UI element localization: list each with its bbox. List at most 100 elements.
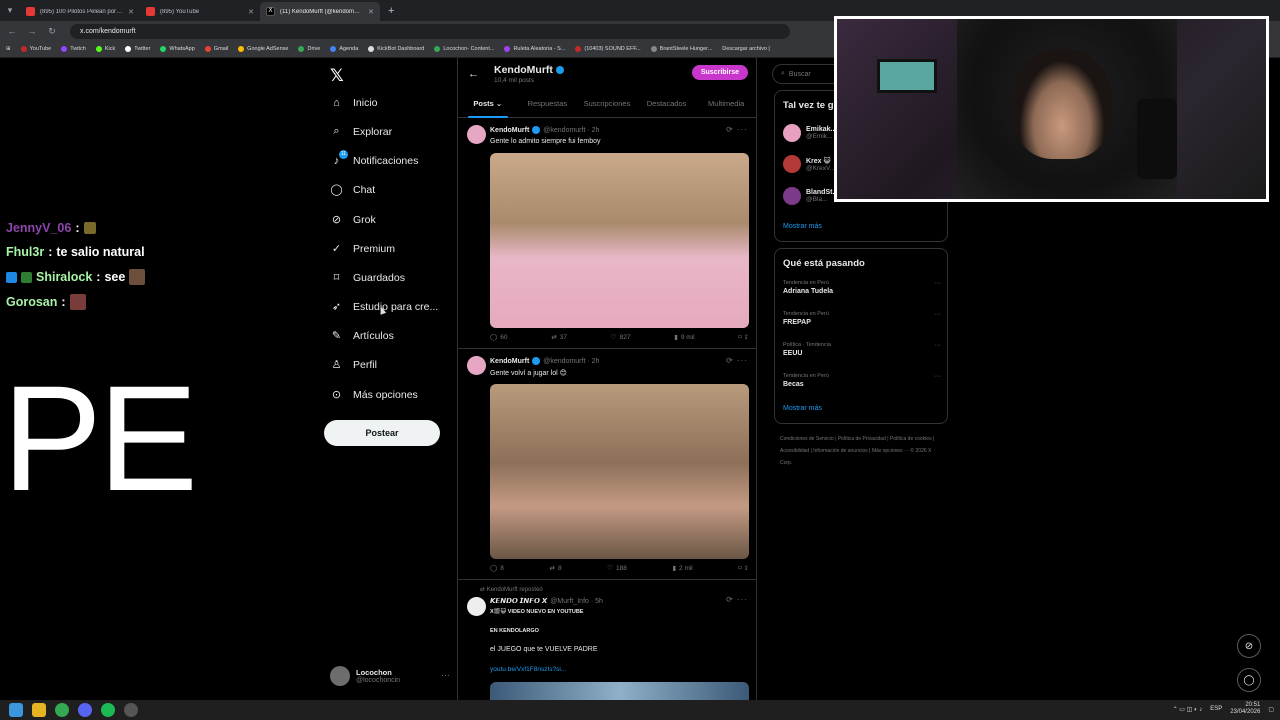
account-switcher[interactable]: Locochon @locochoncin ··· [330,666,450,686]
bookmark-item[interactable]: Kick [95,46,115,52]
chat-text: see [104,270,126,284]
repost-button[interactable]: ⇄ 8 [550,564,562,573]
repost-label: ⇄ KendoMurft reposteó [480,587,543,593]
obs-icon[interactable] [124,703,138,717]
bookmark-item[interactable]: Twitter [125,46,150,52]
browser-tab[interactable]: (895) 100 Pilotos Pelean por un... ✕ [20,2,140,21]
tab-search-icon[interactable]: ▾ [0,0,20,21]
more-icon[interactable]: ··· [934,373,941,380]
bookmark-icon[interactable]: ⌑ ⇪ [738,333,749,341]
forward-icon[interactable]: → [26,26,38,36]
browser-tab-active[interactable]: X (11) KendoMurft (@kendomurft... ✕ [260,2,380,21]
post-repost[interactable]: ⇄ KendoMurft reposteó 𝙆𝙀𝙉𝘿𝙊 𝙄𝙉𝙁𝙊 𝙓 @Murft… [458,581,756,700]
bookmark-item[interactable]: Locochon- Content... [434,46,494,52]
start-icon[interactable] [9,703,23,717]
bookmark-item[interactable]: (10403) SOUND EFF... [575,46,641,52]
tab-subscriptions[interactable]: Suscripciones [577,94,637,118]
post[interactable]: KendoMurft @kendomurft · 2h ⟳ ··· Gente v… [458,350,756,580]
reply-button[interactable]: ◯ 60 [490,333,508,342]
tab-replies[interactable]: Respuestas [518,94,578,118]
tab-media[interactable]: Multimedia [696,94,756,118]
more-icon[interactable]: ⟳ ··· [726,125,748,134]
discord-icon[interactable] [78,703,92,717]
back-icon[interactable]: ← [6,26,18,36]
notification-icon[interactable]: ▢ [1268,706,1274,713]
post[interactable]: KendoMurft @kendomurft · 2h ⟳ ··· Gente l… [458,119,756,349]
trend-item[interactable]: Tendencia en Perú Becas ··· [783,373,941,388]
bookmark-item[interactable]: Gmail [204,46,228,52]
post-button[interactable]: Postear [324,420,440,446]
close-icon[interactable]: ✕ [248,8,254,16]
browser-tab[interactable]: (895) YouTube ✕ [140,2,260,21]
close-icon[interactable]: ✕ [368,8,374,16]
grok-icon[interactable]: ⊘ [1237,634,1261,658]
subscribe-button[interactable]: Suscribirse [691,65,748,80]
nav-bookmarks[interactable]: ⌑ Guardados [330,271,405,285]
explorer-icon[interactable] [32,703,46,717]
reply-button[interactable]: ◯ 8 [490,564,504,573]
bookmark-item[interactable]: WhatsApp [160,46,195,52]
apps-icon[interactable]: ⊞ [6,46,11,52]
more-icon[interactable]: ··· [934,342,941,349]
show-more-link[interactable]: Mostrar más [783,223,822,230]
more-icon[interactable]: ··· [934,311,941,318]
bookmark-item[interactable]: KickBot Dashboard [368,46,424,52]
account-name: Locochon [356,668,392,677]
close-icon[interactable]: ✕ [128,8,134,16]
nav-more[interactable]: ⊙ Más opciones [330,388,418,402]
suggested-account[interactable]: Krex 😺 @KrexV... [783,155,835,173]
bookmark-item[interactable]: Twitch [61,46,86,52]
clock[interactable]: 20:51 23/04/2026 [1230,702,1260,716]
back-arrow-icon[interactable]: ← [468,68,479,80]
post-link[interactable]: youtu.be/Vxf1F8nszIs?si... [490,666,566,673]
more-icon[interactable]: ⟳ ··· [726,595,748,604]
bookmark-item[interactable]: BrantSteele Hunger... [650,46,712,52]
nav-explore[interactable]: ⌕ Explorar [330,125,392,138]
url-field[interactable]: x.com/kendomurft [70,23,790,39]
post-image[interactable] [490,682,749,700]
more-icon[interactable]: ··· [934,280,941,287]
bookmark-icon[interactable]: ⌑ ⇪ [738,564,749,572]
nav-notifications[interactable]: ♪ 11 Notificaciones [330,150,418,167]
nav-profile[interactable]: ♙ Perfil [330,358,377,372]
nav-articles[interactable]: ✎ Artículos [330,329,394,343]
chrome-icon[interactable] [55,703,69,717]
trend-item[interactable]: Tendencia en Perú Adriana Tudela ··· [783,280,941,295]
footer-links[interactable]: Condiciones de Servicio | Política de Pr… [780,433,940,469]
like-button[interactable]: ♡ 827 [611,333,631,342]
more-icon[interactable]: ⟳ ··· [726,356,748,365]
views-button[interactable]: ▮ 9 mil [674,333,694,342]
nav-home[interactable]: ⌂ Inicio [330,96,377,109]
bookmark-item[interactable]: Google AdSense [238,46,288,52]
views-button[interactable]: ▮ 2 mil [672,564,692,573]
like-button[interactable]: ♡ 188 [607,564,627,573]
language-indicator[interactable]: ESP [1210,706,1222,712]
bookmark-item[interactable]: Descargar archivo | [722,46,770,52]
bookmark-item[interactable]: YouTube [20,46,51,52]
reload-icon[interactable]: ↻ [46,26,58,37]
tray-icons[interactable]: ⌃ ▭ ◫ ◐ ♪ [1173,706,1203,713]
spotify-icon[interactable] [101,703,115,717]
trend-item[interactable]: Tendencia en Perú FREPAP ··· [783,311,941,326]
trend-item[interactable]: Política · Tendencia EEUU ··· [783,342,941,357]
more-icon: ⊙ [331,389,342,401]
show-more-link[interactable]: Mostrar más [783,405,822,412]
post-image[interactable] [490,384,749,559]
tab-posts[interactable]: Posts ⌄ [458,94,518,118]
more-icon[interactable]: ··· [441,670,450,680]
nav-chat[interactable]: ◯ Chat [330,183,375,197]
suggested-account[interactable]: BlandSt... @Bla... [783,187,838,205]
messages-icon[interactable]: ◯ [1237,668,1261,692]
post-image[interactable] [490,153,749,328]
nav-grok[interactable]: ⊘ Grok [330,213,376,227]
repost-button[interactable]: ⇄ 37 [551,333,567,342]
tab-highlights[interactable]: Destacados [637,94,697,118]
nav-premium[interactable]: ✓ Premium [330,242,395,256]
bookmark-item[interactable]: Agenda [330,46,358,52]
new-tab-button[interactable]: + [380,5,402,17]
suggested-account[interactable]: Emikak... @Emik... [783,124,836,142]
post-actions: ◯ 60 ⇄ 37 ♡ 827 ▮ 9 mil ⌑ ⇪ [490,333,749,342]
bookmark-item[interactable]: Drive [298,46,320,52]
bookmark-item[interactable]: Ruleta Aleatoria - S... [504,46,565,52]
x-logo-icon[interactable]: 𝕏 [330,66,344,86]
